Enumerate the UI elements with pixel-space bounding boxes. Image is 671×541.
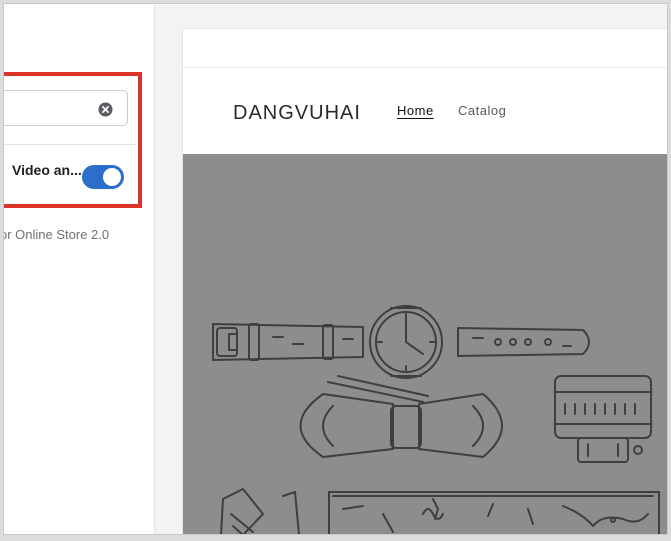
screenshot-frame: Video an... or Online Store 2.0 DANGVUHA…	[3, 3, 668, 535]
clear-search-icon[interactable]	[98, 102, 113, 117]
app-embed-label: Video an...	[12, 162, 82, 178]
hero-illustration	[212, 305, 660, 534]
store-header: DANGVUHAI Home Catalog	[183, 68, 667, 154]
compatibility-note: or Online Store 2.0	[4, 227, 110, 242]
storefront-preview: DANGVUHAI Home Catalog	[182, 28, 667, 534]
bow-tie-icon	[299, 375, 503, 458]
announcement-bar	[183, 29, 667, 68]
theme-editor-sidebar: Video an... or Online Store 2.0	[4, 4, 155, 534]
hero-banner	[183, 154, 667, 534]
nav-link-catalog[interactable]: Catalog	[458, 103, 506, 118]
store-logo-text[interactable]: DANGVUHAI	[233, 102, 361, 125]
watch-icon	[212, 305, 590, 379]
map-icon	[328, 491, 660, 534]
nav-link-home[interactable]: Home	[397, 103, 434, 118]
app-embed-toggle[interactable]	[82, 165, 124, 189]
divider	[4, 144, 136, 145]
sunglasses-icon	[220, 488, 300, 534]
camera-lens-icon	[554, 375, 652, 463]
highlighted-app-embed-section: Video an...	[4, 72, 142, 208]
toggle-knob	[103, 168, 121, 186]
